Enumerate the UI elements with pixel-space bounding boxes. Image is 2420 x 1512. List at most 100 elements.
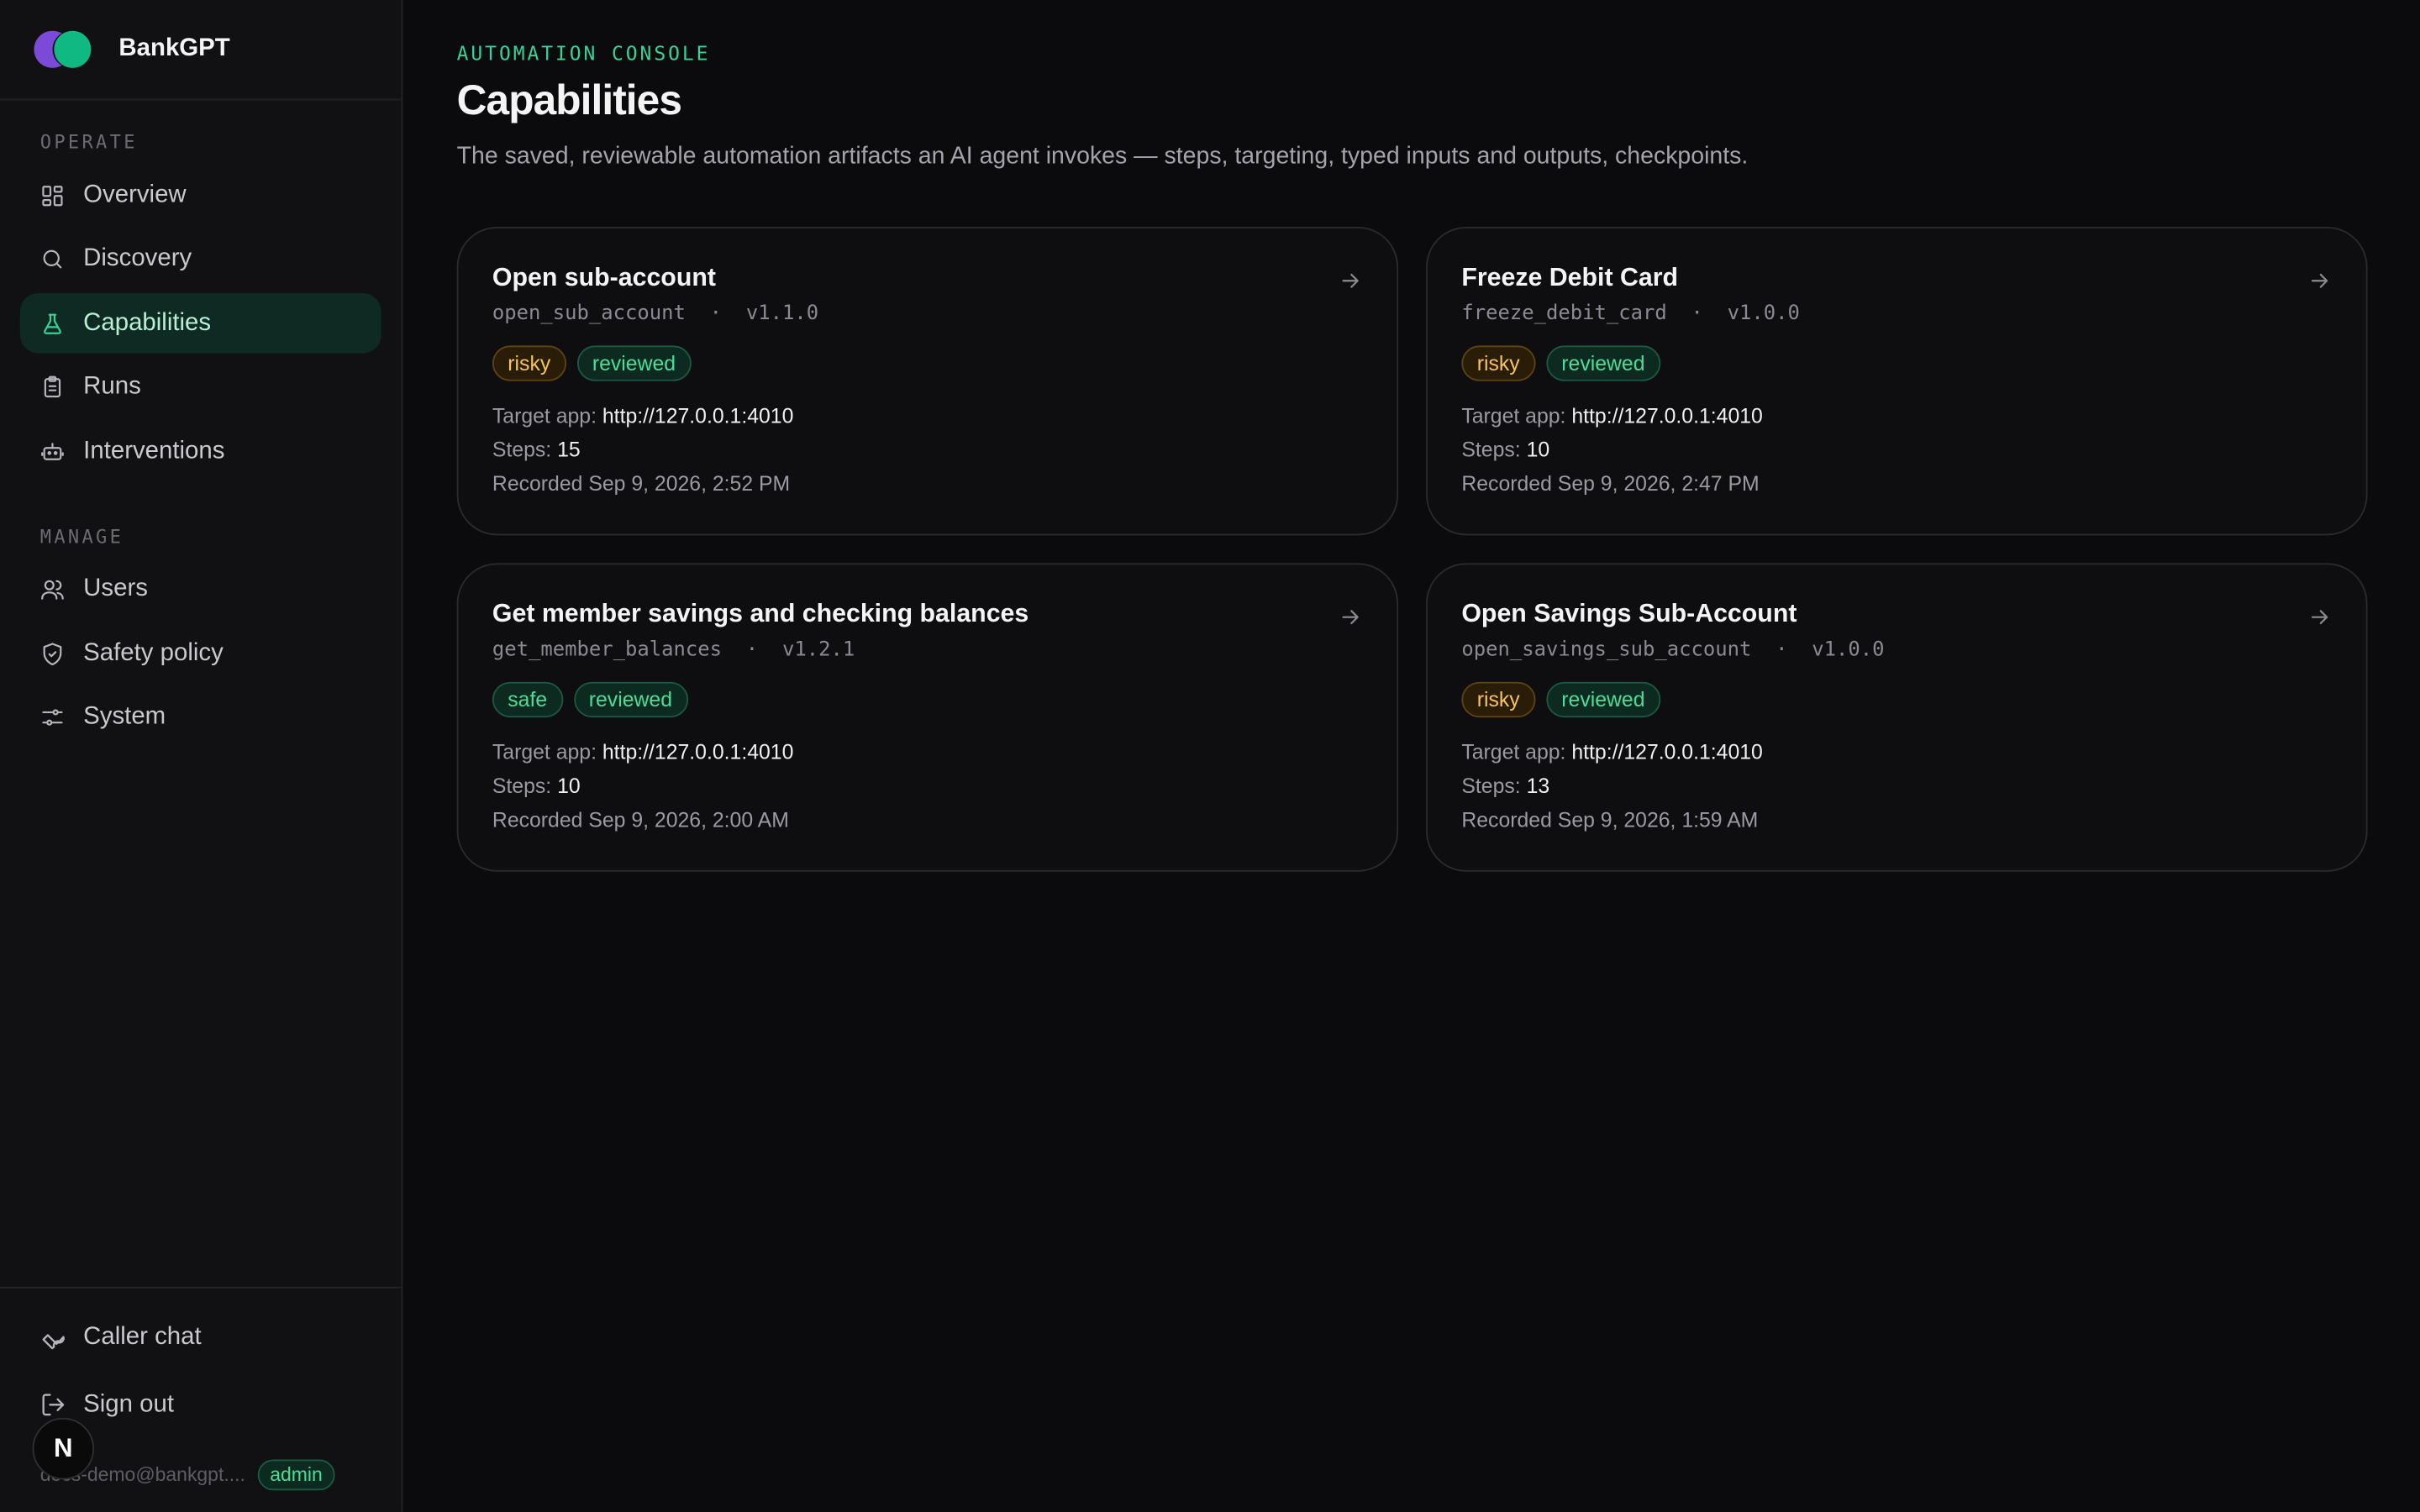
role-badge: admin [257,1459,335,1491]
steps-value: 10 [557,774,581,798]
sidebar-item-runs[interactable]: Runs [20,357,381,417]
card-version: v1.1.0 [745,302,819,326]
steps-label: Steps: [1461,774,1521,798]
status-badge: reviewed [1545,345,1660,381]
sliders-icon [42,709,63,726]
recorded-row: Recorded Sep 9, 2026, 2:52 PM [492,468,1363,501]
card-slug: open_savings_sub_account [1461,638,1752,662]
recorded-value: Sep 9, 2026, 2:52 PM [588,472,791,496]
status-badge: reviewed [576,345,692,381]
wrench-icon [42,1333,65,1349]
page-eyebrow: AUTOMATION CONSOLE [456,41,711,66]
target-app-row: Target app: http://127.0.0.1:4010 [492,736,1363,769]
sidebar-item-label: Caller chat [83,1323,202,1351]
nav-manage: Users Safety policy System [0,559,402,752]
main-content: AUTOMATION CONSOLE Capabilities The save… [402,0,2420,1512]
target-app-value: http://127.0.0.1:4010 [1571,404,1763,428]
risk-badge: safe [492,681,563,718]
card-badges: risky reviewed [1461,681,2332,718]
card-slug: open_sub_account [492,302,686,326]
search-icon [43,249,62,269]
status-badge: reviewed [573,681,688,718]
card-slug-version: get_member_balances · v1.2.1 [492,638,855,662]
brand-header[interactable]: BankGPT [0,0,402,101]
section-label-manage: MANAGE [39,525,124,548]
flask-icon [44,312,61,333]
steps-label: Steps: [492,774,552,798]
card-badges: safe reviewed [492,681,1363,718]
sidebar-item-caller-chat[interactable]: Caller chat [0,1307,402,1368]
recorded-row: Recorded Sep 9, 2026, 2:47 PM [1461,468,2332,501]
steps-value: 10 [1526,438,1550,462]
sidebar-item-overview[interactable]: Overview [20,165,381,226]
sidebar-item-safety-policy[interactable]: Safety policy [20,623,381,684]
nav-operate: Overview Discovery Capabilities Runs Interve… [0,165,402,486]
target-app-value: http://127.0.0.1:4010 [602,404,794,428]
sidebar-item-system[interactable]: System [20,687,381,748]
sidebar-item-label: Sign out [83,1390,175,1418]
arrow-right-icon[interactable] [2307,605,2332,629]
status-badge: reviewed [1545,681,1660,718]
target-app-label: Target app: [492,404,597,428]
steps-row: Steps: 10 [492,770,1363,804]
card-version: v1.0.0 [1727,302,1800,326]
target-app-value: http://127.0.0.1:4010 [1571,740,1763,764]
card-meta: Target app: http://127.0.0.1:4010 Steps: … [1461,736,2332,837]
steps-row: Steps: 15 [492,433,1363,467]
robot-icon [41,442,64,459]
sidebar-item-label: System [83,703,166,730]
card-slug: get_member_balances [492,638,723,662]
dev-tools-button[interactable]: N [32,1417,95,1480]
steps-value: 15 [557,438,581,462]
arrow-right-icon[interactable] [2307,269,2332,293]
steps-row: Steps: 10 [1461,433,2332,467]
card-meta: Target app: http://127.0.0.1:4010 Steps: … [492,400,1363,501]
arrow-right-icon[interactable] [1338,269,1362,293]
target-app-label: Target app: [1461,404,1566,428]
recorded-value: Sep 9, 2026, 2:47 PM [1557,472,1760,496]
card-version: v1.2.1 [781,638,855,662]
sidebar-item-label: Safety policy [83,639,224,666]
clipboard-icon [44,375,61,398]
card-version: v1.0.0 [1812,638,1885,662]
capability-card[interactable]: Freeze Debit Card freeze_debit_card · v1.… [1426,226,2368,536]
recorded-label: Recorded [1461,472,1552,496]
card-badges: risky reviewed [1461,345,2332,381]
target-app-row: Target app: http://127.0.0.1:4010 [492,400,1363,433]
recorded-label: Recorded [492,808,583,832]
sidebar-item-users[interactable]: Users [20,559,381,620]
page-title: Capabilities [456,76,682,123]
steps-label: Steps: [1461,438,1521,462]
card-title: Freeze Debit Card [1461,264,1679,292]
recorded-value: Sep 9, 2026, 2:00 AM [588,808,789,832]
steps-row: Steps: 13 [1461,770,2332,804]
card-title: Open Savings Sub-Account [1461,600,1797,628]
card-title: Open sub-account [492,264,716,292]
sidebar-item-label: Capabilities [83,309,212,336]
card-title: Get member savings and checking balances [492,600,1029,628]
target-app-row: Target app: http://127.0.0.1:4010 [1461,736,2332,769]
capability-card[interactable]: Get member savings and checking balances… [456,563,1399,872]
target-app-value: http://127.0.0.1:4010 [602,740,794,764]
capability-card[interactable]: Open Savings Sub-Account open_savings_sub… [1426,563,2368,872]
risk-badge: risky [1461,681,1536,718]
recorded-row: Recorded Sep 9, 2026, 1:59 AM [1461,804,2332,837]
logout-icon [42,1394,65,1416]
recorded-label: Recorded [492,472,583,496]
arrow-right-icon[interactable] [1338,605,1362,629]
sidebar-item-label: Discovery [83,245,192,272]
sidebar-item-discovery[interactable]: Discovery [20,229,381,290]
card-meta: Target app: http://127.0.0.1:4010 Steps: … [492,736,1363,837]
card-slug-version: open_savings_sub_account · v1.0.0 [1461,638,1885,662]
recorded-label: Recorded [1461,808,1552,832]
sidebar-item-capabilities[interactable]: Capabilities [19,292,381,354]
capability-card[interactable]: Open sub-account open_sub_account · v1.1.… [456,226,1399,536]
shield-icon [43,642,62,665]
sidebar: BankGPT OPERATE Overview Discovery Capabil… [0,0,403,1512]
grid-icon [42,185,63,206]
card-slug: freeze_debit_card [1461,302,1667,326]
sidebar-item-interventions[interactable]: Interventions [20,421,381,481]
page-subtitle: The saved, reviewable automation artifac… [456,143,1749,171]
sidebar-item-label: Users [83,575,148,602]
brand-name: BankGPT [118,35,230,62]
